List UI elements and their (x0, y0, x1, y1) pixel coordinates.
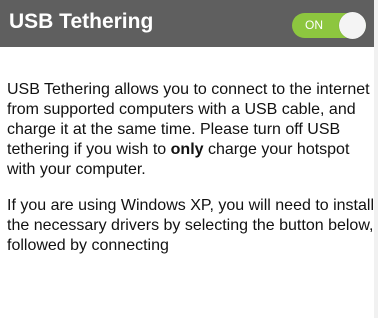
windows-xp-paragraph: If you are using Windows XP, you will ne… (7, 197, 375, 254)
description-emphasis: only (170, 141, 204, 158)
usb-tethering-toggle[interactable]: ON (292, 12, 366, 39)
description-paragraph: USB Tethering allows you to connect to t… (7, 80, 374, 180)
description-content: USB Tethering allows you to connect to t… (7, 80, 374, 272)
right-edge-divider (374, 0, 378, 318)
toggle-state-label: ON (305, 18, 323, 32)
toggle-knob (339, 12, 366, 39)
page-title: USB Tethering (9, 10, 154, 33)
header-bar: USB Tethering ON (0, 0, 374, 47)
